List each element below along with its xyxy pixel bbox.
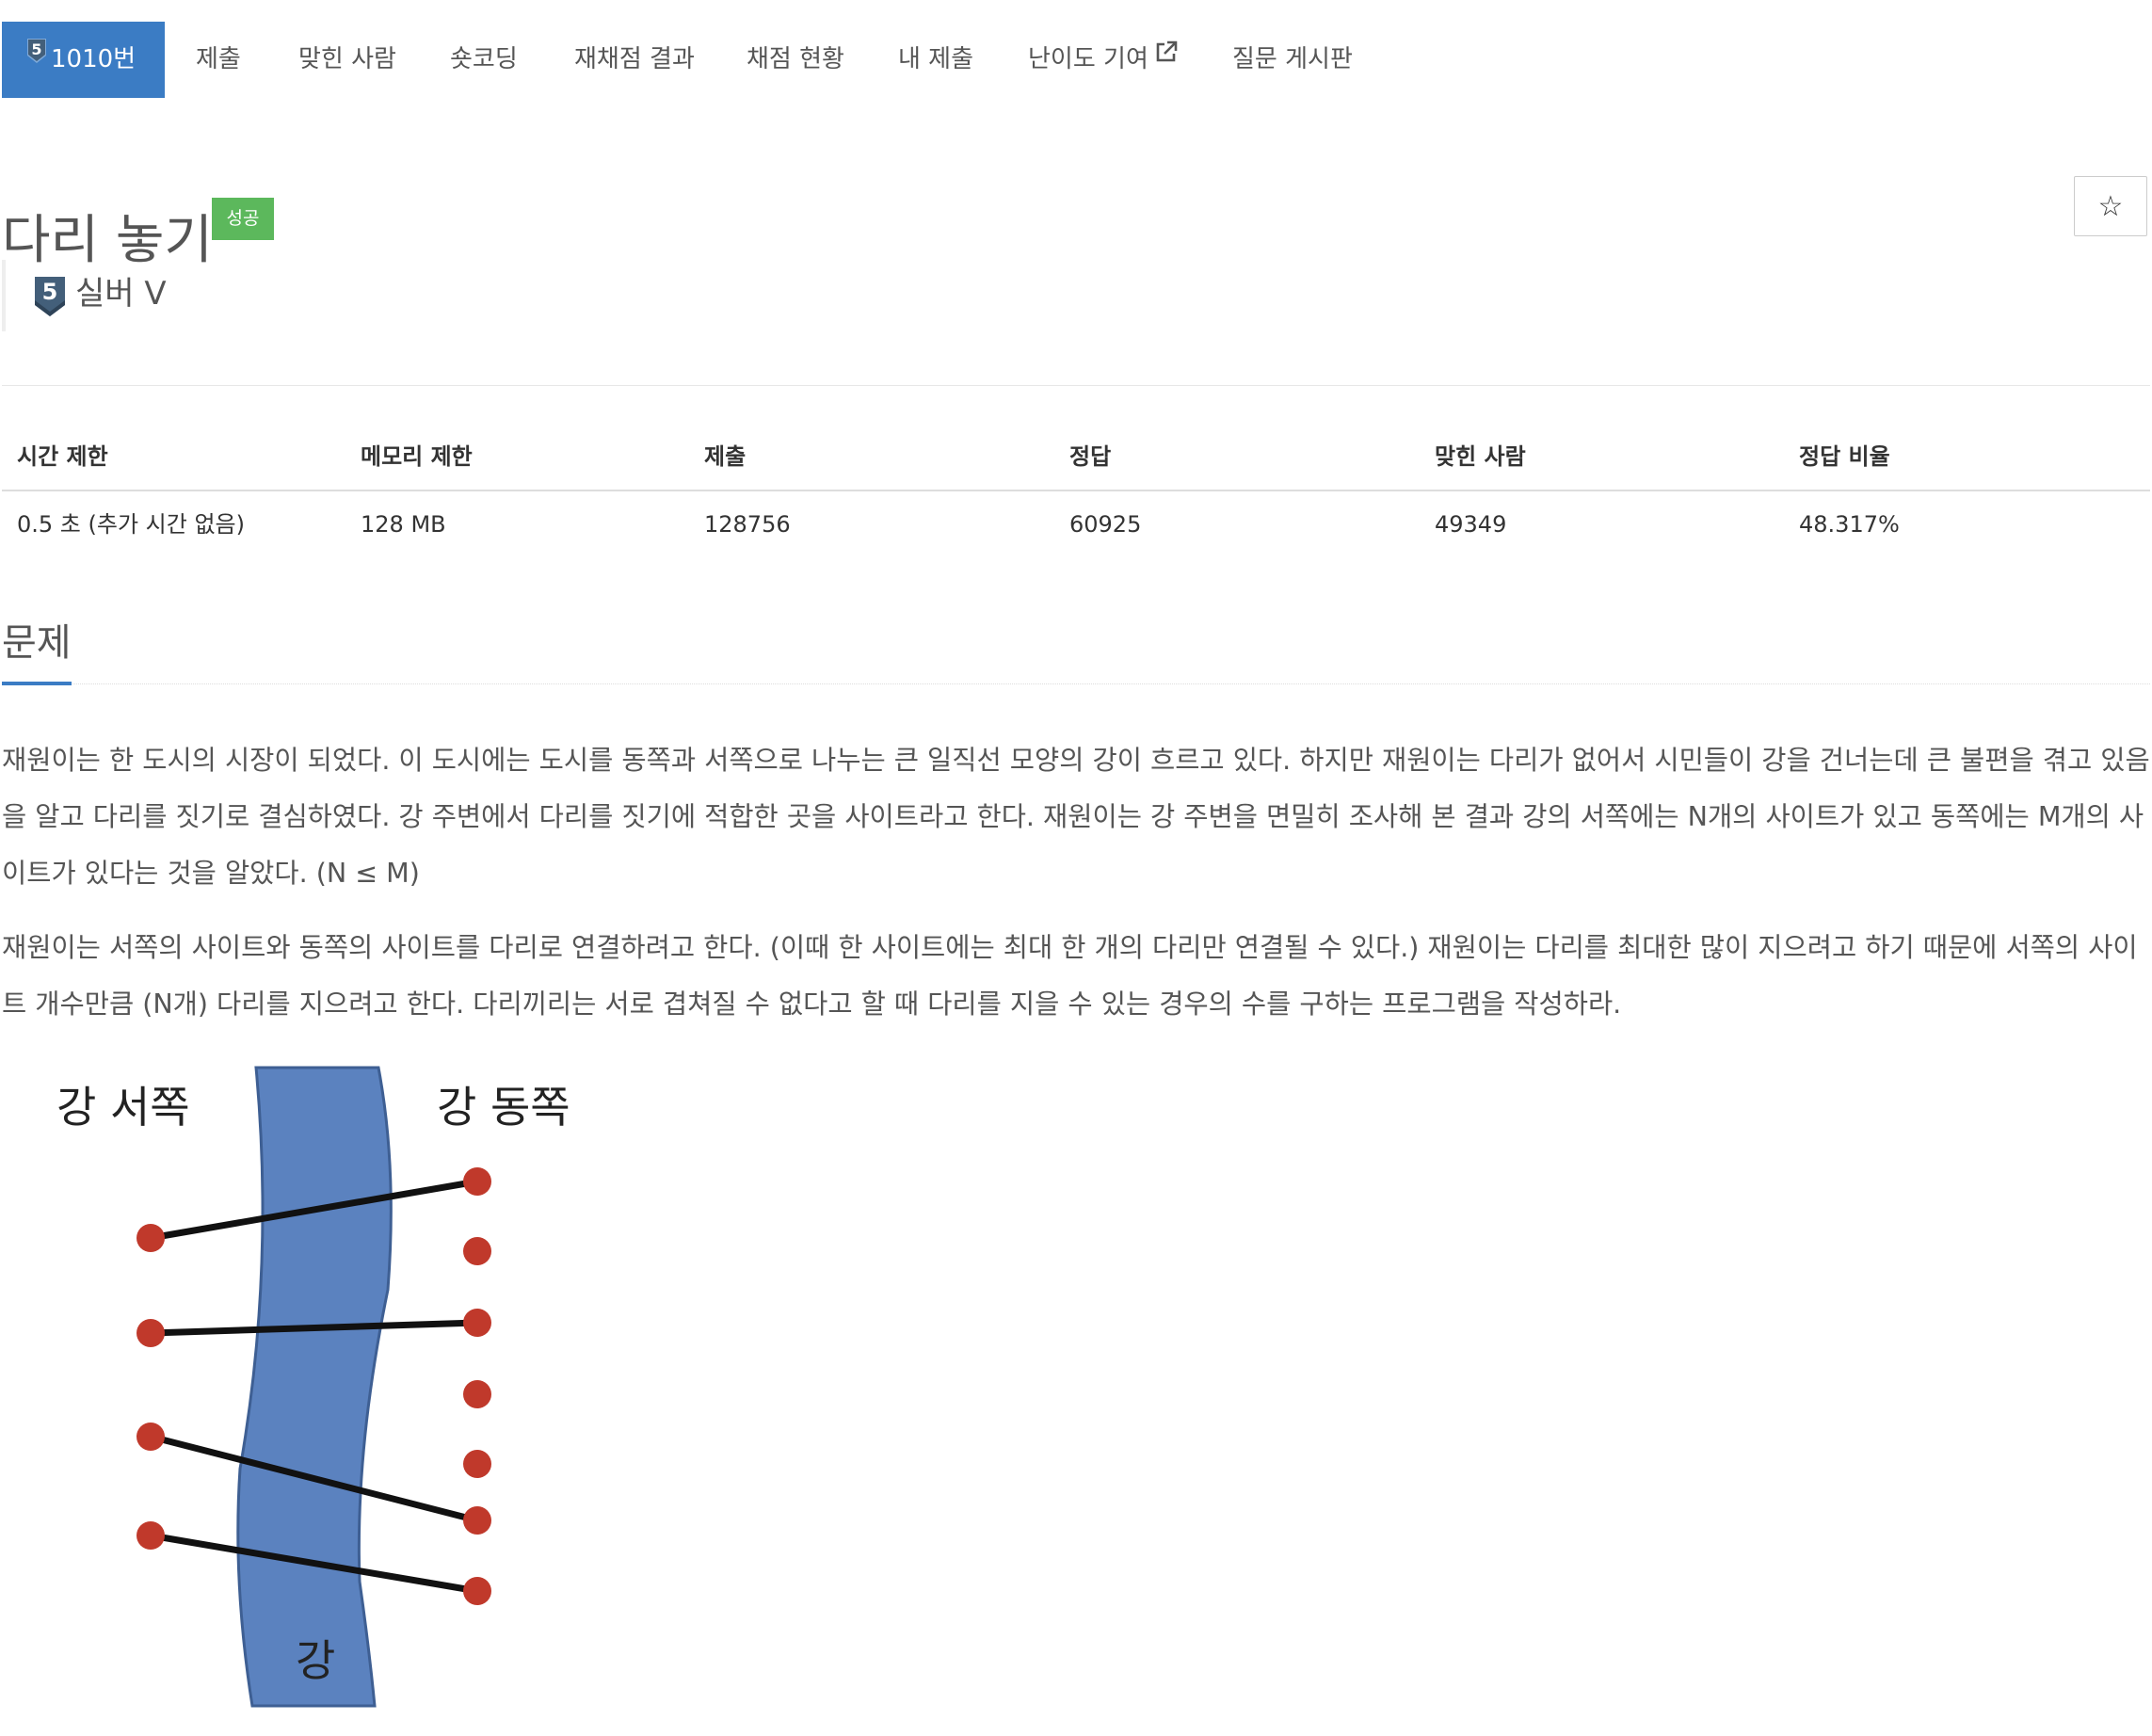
tier-label: 실버 V bbox=[75, 275, 167, 313]
tab-problem[interactable]: 5 1010번 bbox=[2, 22, 165, 98]
submissions-value: 128756 bbox=[704, 511, 791, 538]
star-icon: ☆ bbox=[2097, 190, 2124, 223]
tier-indicator: 5 실버 V bbox=[2, 260, 288, 331]
svg-text:5: 5 bbox=[42, 279, 58, 305]
east-site-dot bbox=[463, 1237, 491, 1265]
header-time-limit: 시간 제한 bbox=[17, 443, 108, 470]
west-site-dot bbox=[137, 1423, 165, 1451]
problem-menu: 5 1010번 제출 맞힌 사람 숏코딩 재채점 결과 채점 현황 내 제출 난… bbox=[0, 22, 2152, 98]
tab-difficulty-contribution[interactable]: 난이도 기여 bbox=[1028, 22, 1179, 98]
accept-ratio-value: 48.317% bbox=[1799, 511, 1900, 538]
east-site-dot bbox=[463, 1380, 491, 1408]
header-solved-users: 맞힌 사람 bbox=[1435, 443, 1526, 470]
svg-text:5: 5 bbox=[31, 40, 41, 58]
status-badge: 성공 bbox=[212, 198, 274, 240]
silver-tier-icon: 5 bbox=[34, 276, 66, 321]
east-site-dot bbox=[463, 1309, 491, 1337]
problem-description-paragraph: 재원이는 서쪽의 사이트와 동쪽의 사이트를 다리로 연결하려고 한다. (이때… bbox=[2, 932, 2138, 1020]
table-row: 0.5 초 (추가 시간 없음) 128 MB 128756 60925 493… bbox=[2, 491, 2150, 557]
external-link-icon bbox=[1154, 19, 1179, 95]
west-site-dot bbox=[137, 1319, 165, 1347]
tab-rejudge-results[interactable]: 재채점 결과 bbox=[574, 22, 695, 98]
river-shape bbox=[236, 1066, 393, 1708]
divider bbox=[2, 385, 2150, 386]
section-divider bbox=[2, 683, 2150, 684]
tab-question-board[interactable]: 질문 게시판 bbox=[1232, 22, 1353, 98]
river-label: 강 bbox=[296, 1635, 335, 1686]
favorite-star-button[interactable]: ☆ bbox=[2074, 176, 2147, 236]
solved-users-value: 49349 bbox=[1435, 511, 1507, 538]
stats-table-header: 시간 제한 메모리 제한 제출 정답 맞힌 사람 정답 비율 bbox=[2, 429, 2150, 491]
section-title: 문제 bbox=[2, 621, 72, 665]
tab-short-coding[interactable]: 숏코딩 bbox=[450, 22, 518, 98]
header-accept-ratio: 정답 비율 bbox=[1799, 443, 1890, 470]
silver-tier-icon: 5 bbox=[26, 19, 47, 95]
header-accepted: 정답 bbox=[1069, 443, 1112, 470]
tab-problem-label: 1010번 bbox=[51, 45, 137, 73]
tab-difficulty-label: 난이도 기여 bbox=[1028, 45, 1148, 73]
problem-page: 5 1010번 제출 맞힌 사람 숏코딩 재채점 결과 채점 현황 내 제출 난… bbox=[0, 0, 2152, 1736]
west-site-dot bbox=[137, 1521, 165, 1550]
tab-judge-status[interactable]: 채점 현황 bbox=[747, 22, 844, 98]
accepted-value: 60925 bbox=[1069, 511, 1142, 538]
tab-my-submissions[interactable]: 내 제출 bbox=[898, 22, 973, 98]
tab-submit[interactable]: 제출 bbox=[196, 22, 241, 98]
west-label: 강 서쪽 bbox=[56, 1082, 190, 1133]
header-submissions: 제출 bbox=[704, 443, 747, 470]
east-label: 강 동쪽 bbox=[437, 1082, 570, 1133]
east-site-dot bbox=[463, 1450, 491, 1478]
memory-limit-value: 128 MB bbox=[361, 511, 446, 538]
west-site-dot bbox=[137, 1224, 165, 1252]
section-title-underline bbox=[2, 682, 72, 685]
header-memory-limit: 메모리 제한 bbox=[361, 443, 473, 470]
east-site-dot bbox=[463, 1167, 491, 1196]
tab-solved-users[interactable]: 맞힌 사람 bbox=[298, 22, 396, 98]
east-site-dot bbox=[463, 1506, 491, 1535]
bridge-diagram: 강 서쪽 강 동쪽 강 bbox=[2, 1054, 604, 1713]
time-limit-value: 0.5 초 (추가 시간 없음) bbox=[17, 511, 245, 538]
problem-description-paragraph: 재원이는 한 도시의 시장이 되었다. 이 도시에는 도시를 동쪽과 서쪽으로 … bbox=[2, 745, 2150, 889]
east-site-dot bbox=[463, 1577, 491, 1605]
